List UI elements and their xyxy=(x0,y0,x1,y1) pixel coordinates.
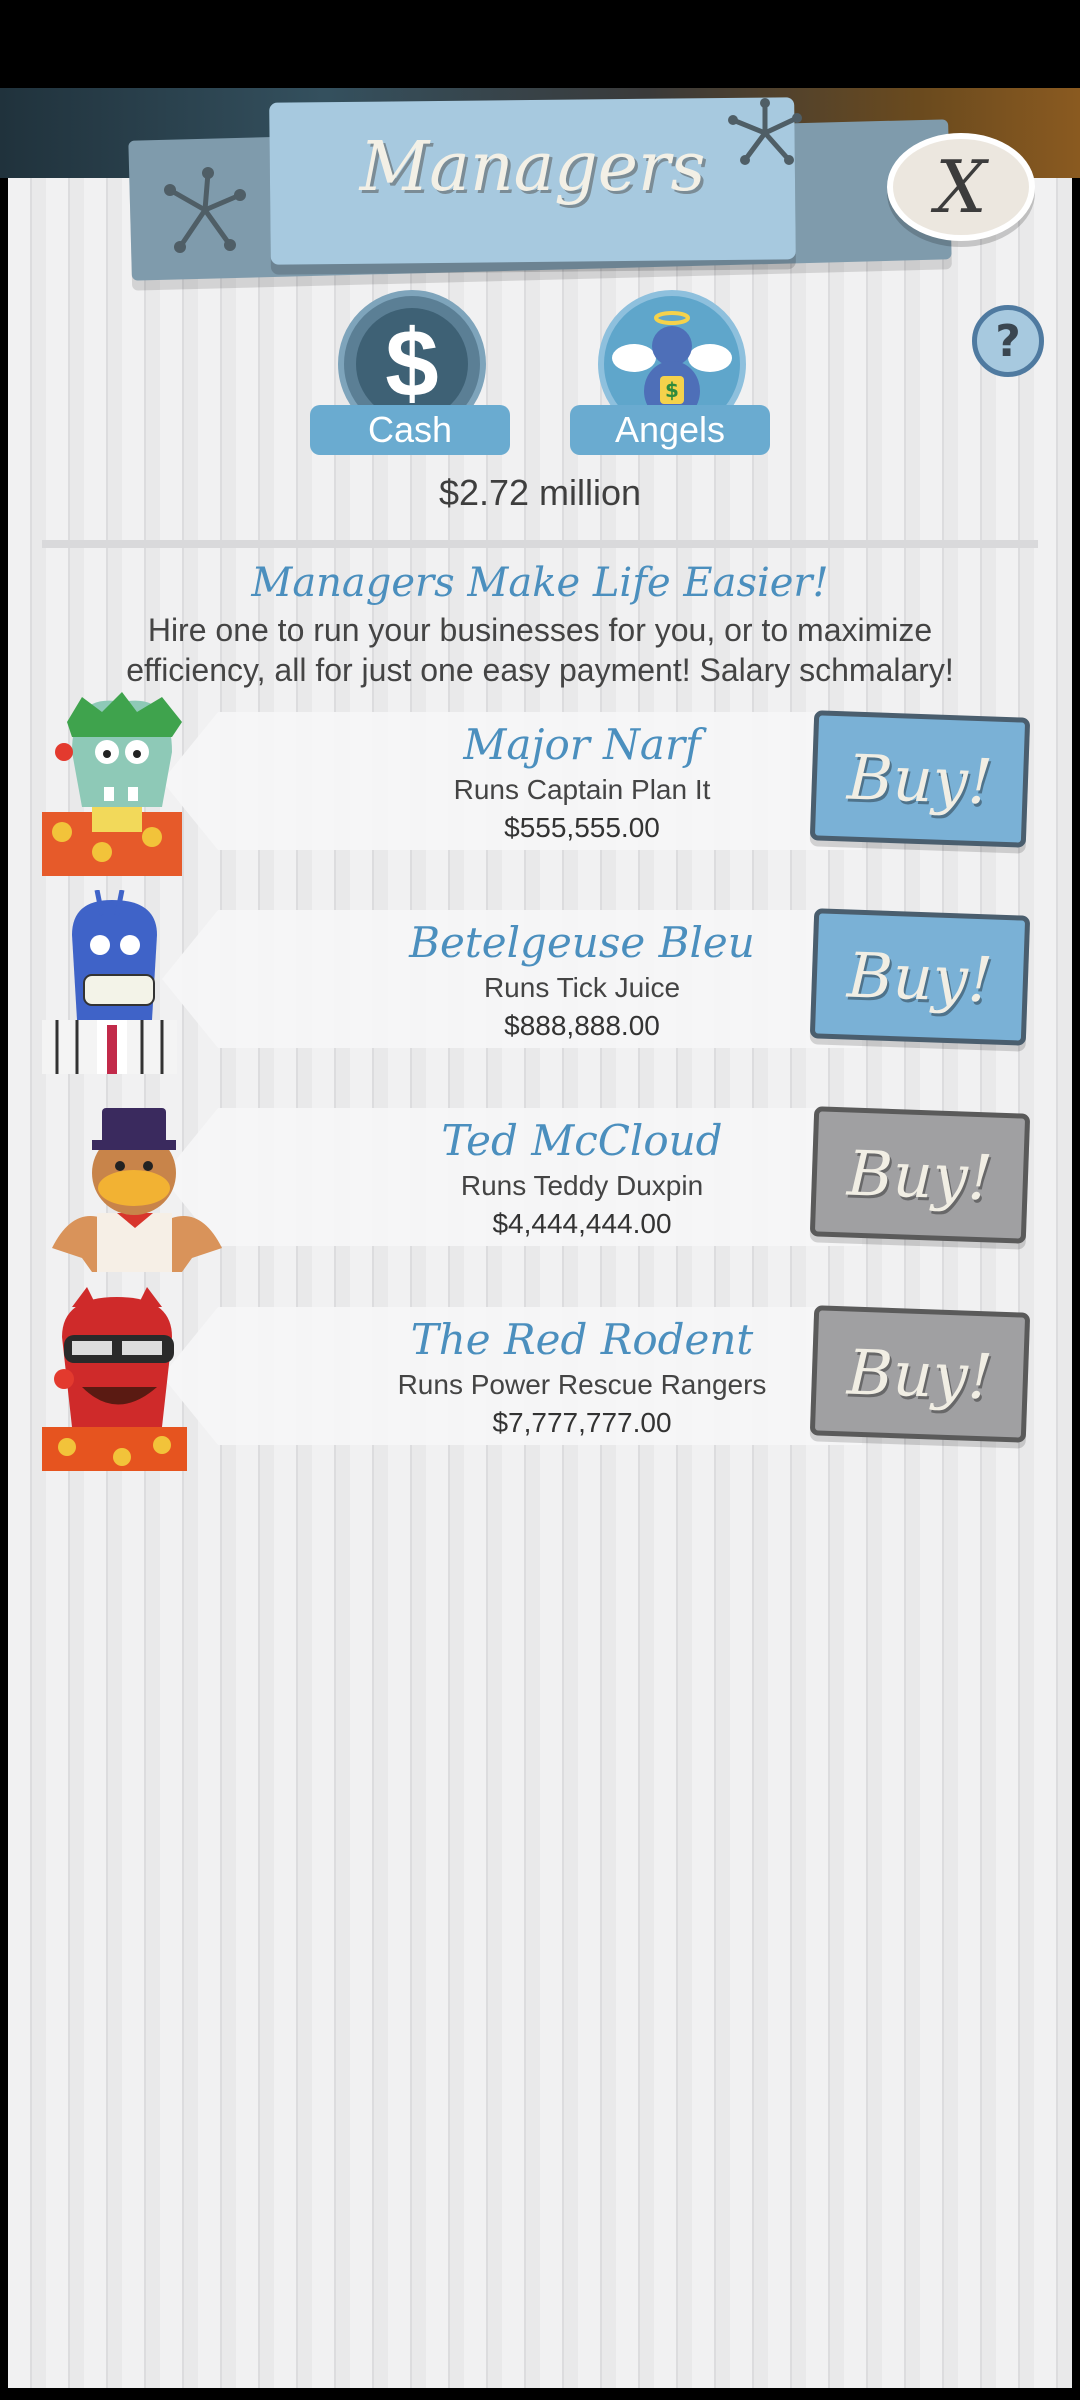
manager-avatar-major-narf xyxy=(42,692,182,876)
starburst-icon-right xyxy=(728,98,802,165)
dollar-icon: $ xyxy=(356,308,468,420)
manager-row: Ted McCloud Runs Teddy Duxpin $4,444,444… xyxy=(42,1088,1038,1272)
buy-button-label: Buy! xyxy=(846,1135,994,1215)
buy-button-label: Buy! xyxy=(846,1334,994,1414)
buy-button[interactable]: Buy! xyxy=(809,1106,1031,1244)
buy-button[interactable]: Buy! xyxy=(809,908,1031,1046)
svg-text:$: $ xyxy=(665,378,679,402)
tab-cash-label: Cash xyxy=(310,405,510,455)
manager-avatar-red-rodent xyxy=(42,1287,187,1471)
status-bar xyxy=(0,0,1080,88)
page-title: Managers xyxy=(359,128,706,207)
intro-tagline: Managers Make Life Easier! xyxy=(251,560,829,606)
manager-avatar-ted-mccloud xyxy=(52,1108,222,1272)
buy-button-label: Buy! xyxy=(846,739,994,819)
starburst-icon-left xyxy=(164,167,246,253)
cash-amount: $2.72 million xyxy=(438,472,642,513)
tab-angels[interactable]: $ Angels xyxy=(570,290,770,456)
manager-row: The Red Rodent Runs Power Rescue Rangers… xyxy=(42,1287,1038,1471)
intro-text: Hire one to run your businesses for you,… xyxy=(126,612,954,688)
help-button[interactable]: ? xyxy=(972,305,1044,377)
buy-button[interactable]: Buy! xyxy=(809,710,1031,848)
buy-button[interactable]: Buy! xyxy=(809,1305,1031,1443)
divider xyxy=(42,540,1038,548)
manager-row: Major Narf Runs Captain Plan It $555,555… xyxy=(42,692,1038,876)
buy-button-label: Buy! xyxy=(846,937,994,1017)
manager-avatar-betelgeuse-bleu xyxy=(42,890,177,1074)
close-button[interactable]: X xyxy=(887,133,1035,241)
help-icon: ? xyxy=(995,315,1021,367)
close-icon: X xyxy=(935,145,987,229)
tab-cash[interactable]: $ Cash xyxy=(310,290,510,456)
manager-row: Betelgeuse Bleu Runs Tick Juice $888,888… xyxy=(42,890,1038,1074)
tab-angels-label: Angels xyxy=(570,405,770,455)
